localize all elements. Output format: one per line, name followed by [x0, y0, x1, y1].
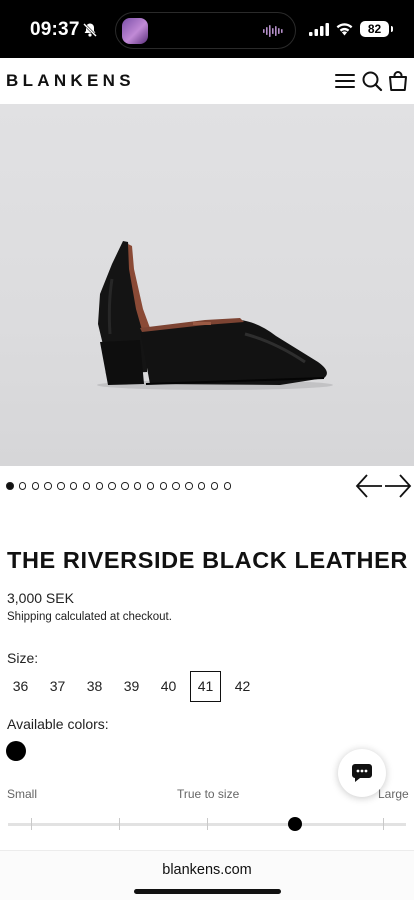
- fit-true-to-size-label: True to size: [177, 787, 240, 801]
- gallery-dot[interactable]: [223, 482, 232, 490]
- gallery-dot[interactable]: [44, 482, 52, 490]
- dynamic-island[interactable]: [115, 12, 296, 49]
- wifi-icon: [336, 23, 353, 36]
- size-option[interactable]: 38: [79, 671, 110, 702]
- product-image[interactable]: [0, 104, 414, 466]
- fit-tick: [119, 818, 120, 830]
- gallery-dot[interactable]: [18, 482, 27, 490]
- status-time: 09:37: [30, 19, 80, 40]
- gallery-dot[interactable]: [95, 482, 104, 490]
- arrow-right-icon[interactable]: [384, 473, 412, 499]
- size-option[interactable]: 41: [190, 671, 221, 702]
- fit-indicator: [287, 817, 302, 831]
- gallery-dot[interactable]: [108, 482, 116, 490]
- now-playing-artwork-icon: [122, 18, 148, 44]
- gallery-dots: [6, 481, 232, 491]
- arrow-left-icon[interactable]: [355, 473, 383, 499]
- waveform-icon: [263, 25, 283, 37]
- gallery-dot[interactable]: [121, 482, 129, 490]
- gallery-dot[interactable]: [31, 482, 40, 490]
- shoe-photo: [97, 241, 333, 390]
- gallery-dot[interactable]: [172, 482, 180, 490]
- browser-address-bar: blankens.com: [0, 850, 414, 900]
- cellular-signal-icon: [309, 23, 329, 36]
- gallery-dot[interactable]: [210, 482, 219, 490]
- gallery-dot[interactable]: [197, 482, 206, 490]
- fit-large-label: Large: [378, 787, 409, 801]
- available-colors-label: Available colors:: [7, 716, 109, 732]
- home-indicator: [134, 889, 281, 894]
- store-header: BLANKENS: [0, 58, 414, 104]
- bell-slash-icon: [83, 23, 97, 37]
- size-option[interactable]: 42: [227, 671, 258, 702]
- size-option[interactable]: 40: [153, 671, 184, 702]
- gallery-dot[interactable]: [57, 482, 65, 490]
- size-option[interactable]: 37: [42, 671, 73, 702]
- gallery-dot[interactable]: [133, 482, 142, 490]
- color-swatch-black[interactable]: [6, 741, 26, 761]
- size-selector: 36 37 38 39 40 41 42: [5, 671, 258, 702]
- size-label: Size:: [7, 650, 39, 666]
- shipping-note: Shipping calculated at checkout.: [7, 611, 172, 623]
- product-title: THE RIVERSIDE BLACK LEATHER: [7, 547, 408, 573]
- gallery-dot[interactable]: [6, 482, 14, 490]
- size-option[interactable]: 36: [5, 671, 36, 702]
- chat-bubble-icon: [352, 764, 372, 782]
- status-bar: 09:37 82: [0, 0, 414, 58]
- fit-small-label: Small: [7, 787, 38, 801]
- product-price: 3,000 SEK: [7, 590, 74, 606]
- bag-icon[interactable]: [387, 70, 409, 92]
- battery-indicator: 82: [360, 21, 393, 37]
- fit-tick: [383, 818, 384, 830]
- fit-tick: [207, 818, 208, 830]
- menu-icon[interactable]: [334, 70, 356, 92]
- fit-tick: [31, 818, 32, 830]
- gallery-dot[interactable]: [159, 482, 168, 490]
- size-option[interactable]: 39: [116, 671, 147, 702]
- search-icon[interactable]: [361, 70, 383, 92]
- gallery-dot[interactable]: [82, 482, 91, 490]
- gallery-dot[interactable]: [69, 482, 78, 490]
- url-text[interactable]: blankens.com: [0, 862, 414, 878]
- gallery-dot[interactable]: [185, 482, 193, 490]
- brand-logo[interactable]: BLANKENS: [6, 71, 135, 91]
- gallery-dot[interactable]: [146, 482, 155, 490]
